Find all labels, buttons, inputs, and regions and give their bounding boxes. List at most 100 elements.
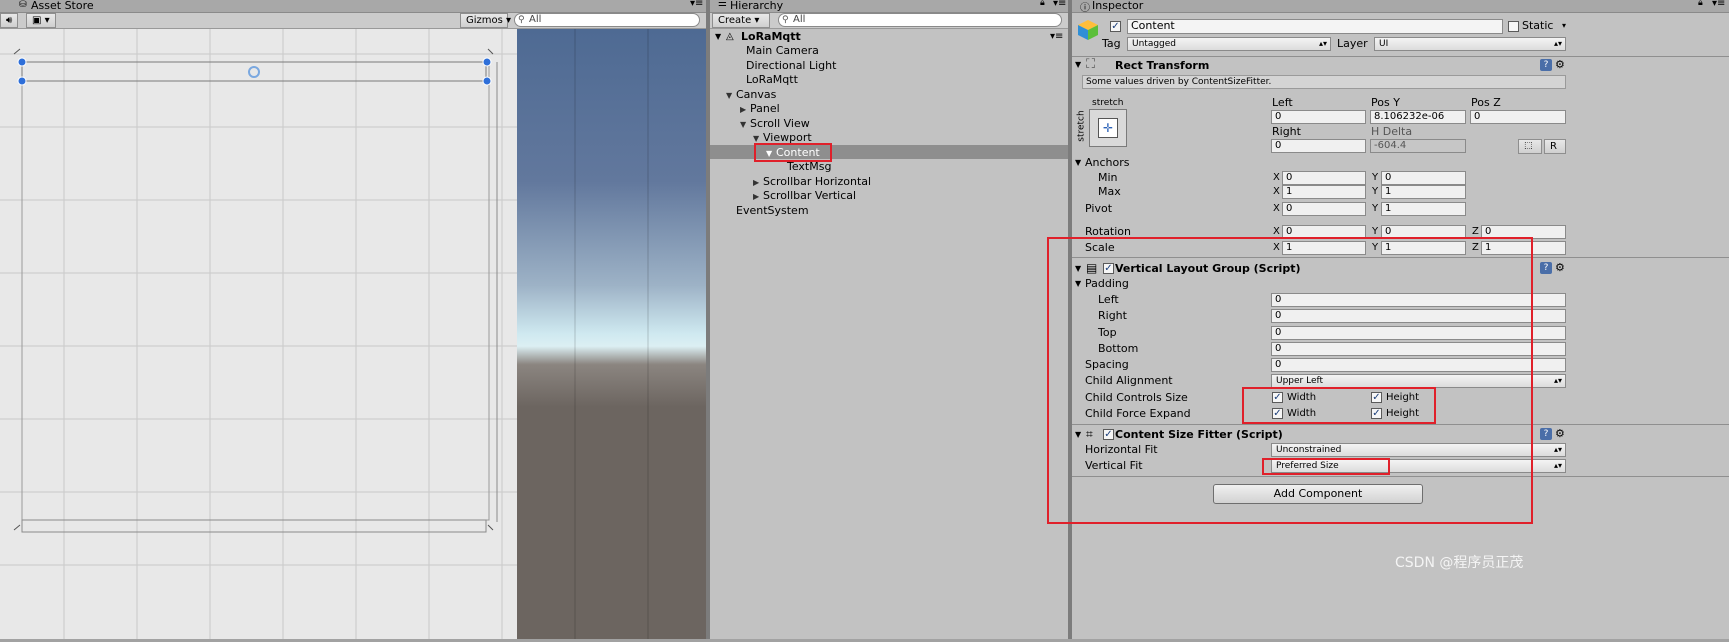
hierarchy-item-main-camera[interactable]: Main Camera	[736, 43, 819, 58]
posz-field[interactable]: 0	[1470, 110, 1566, 124]
hierarchy-toolbar: Create ▾ ⚲ All	[710, 13, 1068, 29]
rect-transform-icon: ⛶	[1086, 57, 1096, 72]
anchors-foldout-icon[interactable]: ▼	[1075, 158, 1081, 167]
components-highlight-box	[1047, 237, 1533, 524]
hierarchy-item-directional-light[interactable]: Directional Light	[736, 58, 836, 73]
layer-dropdown[interactable]: UI ▴▾	[1374, 37, 1566, 51]
item-label: Canvas	[736, 88, 777, 101]
col-posy-label: Pos Y	[1371, 96, 1400, 109]
settings-gear-icon[interactable]: ⚙	[1555, 262, 1565, 274]
item-label: EventSystem	[736, 204, 809, 217]
pivot-x-label: X	[1273, 203, 1280, 214]
foldout-arrow-icon[interactable]: ▼	[1075, 60, 1081, 69]
left-field[interactable]: 0	[1271, 110, 1366, 124]
hierarchy-icon: ☰	[718, 0, 727, 9]
max-x-label: X	[1273, 186, 1280, 197]
divider	[1072, 56, 1729, 57]
item-label: Panel	[750, 102, 780, 115]
min-x-field[interactable]: 0	[1282, 171, 1366, 185]
create-button[interactable]: Create ▾	[712, 13, 770, 28]
pivot-y-label: Y	[1372, 203, 1379, 214]
static-label: Static	[1522, 19, 1554, 32]
item-label: LoRaMqtt	[746, 73, 798, 86]
info-icon: ⓘ	[1080, 3, 1090, 14]
inspector-tab[interactable]: Inspector	[1092, 0, 1143, 12]
search-icon: ⚲	[518, 15, 525, 25]
hierarchy-item-eventsystem[interactable]: EventSystem	[726, 203, 809, 218]
min-label: Min	[1098, 171, 1118, 184]
hdelta-field[interactable]: -604.4	[1370, 139, 1466, 153]
settings-gear-icon[interactable]: ⚙	[1555, 59, 1565, 71]
min-x-label: X	[1273, 172, 1280, 183]
raw-edit-button[interactable]: R	[1544, 139, 1566, 154]
item-label: Main Camera	[746, 44, 819, 57]
help-icon[interactable]: ?	[1540, 428, 1552, 440]
col-hdelta-label: H Delta	[1371, 125, 1413, 138]
col-posz-label: Pos Z	[1471, 96, 1501, 109]
gizmos-button[interactable]: Gizmos ▾	[460, 13, 511, 28]
hierarchy-menu-icon[interactable]: ▾≡	[1053, 0, 1066, 9]
asset-store-icon: ⛁	[19, 0, 27, 10]
child-controls-highlight-box	[1242, 387, 1436, 424]
scene-tabbar: ⛁ Asset Store ▾≡	[0, 0, 708, 13]
scene-menu-icon[interactable]: ▾≡	[690, 0, 703, 9]
hierarchy-item-loramqtt[interactable]: LoRaMqtt	[736, 72, 798, 87]
arrow-icon: ▶	[753, 192, 760, 201]
inspector-menu-icon[interactable]: ▾≡	[1712, 0, 1725, 9]
static-dropdown-icon[interactable]: ▾	[1562, 20, 1566, 32]
object-name-input[interactable]: Content	[1127, 19, 1503, 34]
asset-store-tab[interactable]: Asset Store	[31, 0, 94, 12]
arrow-icon: ▼	[740, 120, 747, 129]
expand-arrow-icon[interactable]: ▼	[715, 29, 721, 44]
dropdown-arrow-icon: ▴▾	[1553, 461, 1562, 470]
col-right-label: Right	[1272, 125, 1301, 138]
dropdown-arrow-icon: ▴▾	[1553, 376, 1562, 385]
settings-gear-icon[interactable]: ⚙	[1555, 428, 1565, 440]
lock-icon[interactable]: 🔒︎	[1698, 0, 1703, 8]
col-left-label: Left	[1272, 96, 1293, 109]
min-y-field[interactable]: 0	[1381, 171, 1466, 185]
hierarchy-tabbar: ☰ Hierarchy 🔒︎ ▾≡	[710, 0, 1068, 13]
static-checkbox[interactable]	[1508, 21, 1519, 32]
vertical-fit-highlight-box	[1262, 458, 1390, 475]
tag-dropdown[interactable]: Untagged ▴▾	[1127, 37, 1331, 51]
inspector-body: ✓ Content Static ▾ Tag Untagged ▴▾ Layer …	[1047, 13, 1729, 639]
hierarchy-item-panel[interactable]: ▶ Panel	[740, 101, 780, 117]
inspector-tabbar: ⓘ Inspector 🔒︎ ▾≡	[1072, 0, 1729, 14]
max-y-field[interactable]: 1	[1381, 185, 1466, 199]
item-label: Scroll View	[750, 117, 810, 130]
scene-root[interactable]: ▼ ◬ LoRaMqtt ▾≡	[710, 29, 1068, 44]
pivot-x-field[interactable]: 0	[1282, 202, 1366, 216]
dropdown-arrow-icon: ▴▾	[1553, 445, 1562, 454]
hierarchy-tab[interactable]: Hierarchy	[730, 0, 783, 12]
anchor-preset-side-label: stretch	[1076, 110, 1087, 142]
lock-icon[interactable]: 🔒︎	[1040, 0, 1045, 8]
item-label: Scrollbar Horizontal	[763, 175, 872, 188]
min-y-label: Y	[1372, 172, 1379, 183]
max-x-field[interactable]: 1	[1282, 185, 1366, 199]
active-checkbox[interactable]: ✓	[1110, 21, 1121, 32]
anchor-preset-label: stretch	[1092, 98, 1124, 108]
image-effects-icon[interactable]: ▣ ▾	[26, 13, 56, 28]
pivot-y-field[interactable]: 1	[1381, 202, 1466, 216]
right-field[interactable]: 0	[1271, 139, 1366, 153]
scene-menu-icon[interactable]: ▾≡	[1050, 29, 1063, 44]
help-icon[interactable]: ?	[1540, 59, 1552, 71]
blueprint-mode-button[interactable]: ⬚	[1518, 139, 1542, 154]
dropdown-arrow-icon: ▴▾	[1318, 39, 1327, 48]
scene-search-input[interactable]: ⚲ All	[514, 13, 700, 27]
arrow-icon: ▶	[740, 105, 747, 114]
scene-viewport[interactable]	[0, 29, 517, 639]
help-icon[interactable]: ?	[1540, 262, 1552, 274]
hierarchy-item-scrollbar-vertical[interactable]: ▶ Scrollbar Vertical	[753, 188, 856, 204]
layer-label: Layer	[1337, 37, 1368, 50]
posy-field[interactable]: 8.106232e-06	[1370, 110, 1466, 124]
game-view-sky	[517, 29, 708, 639]
dropdown-arrow-icon: ▴▾	[1553, 39, 1562, 48]
hierarchy-search-input[interactable]: ⚲ All	[778, 13, 1062, 27]
anchor-preset-button[interactable]: ✛	[1089, 109, 1127, 147]
max-y-label: Y	[1372, 186, 1379, 197]
unity-scene-icon: ◬	[726, 31, 734, 42]
audio-toggle-icon[interactable]: 🔊︎	[0, 13, 18, 28]
tag-label: Tag	[1102, 37, 1121, 50]
